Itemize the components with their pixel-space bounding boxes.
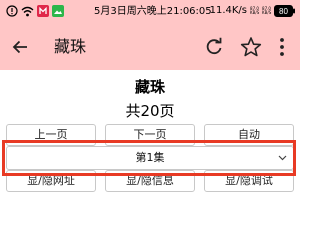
chapter-select[interactable]: 第1集 <box>6 146 294 170</box>
app-icon-m <box>37 5 49 17</box>
screen: 5月3日周六晚上21:06:05 11.4K/s 87.0 KB/S 87.0 … <box>0 0 300 250</box>
back-arrow-icon[interactable] <box>10 37 30 57</box>
page-count: 共20页 <box>125 102 175 120</box>
wifi-signal-icon: 87.0 KB/S <box>262 6 272 15</box>
status-bar: 5月3日周六晚上21:06:05 11.4K/s 87.0 KB/S 87.0 … <box>0 0 300 24</box>
status-right: 11.4K/s 87.0 KB/S 87.0 KB/S 80 <box>210 4 296 18</box>
wifi-icon <box>21 6 34 16</box>
chevron-down-icon <box>278 155 287 161</box>
content-title: 藏珠 <box>134 78 165 96</box>
star-outline-icon[interactable] <box>240 36 262 58</box>
toggle-url-button[interactable]: 显/隐网址 <box>6 170 96 192</box>
next-page-button[interactable]: 下一页 <box>105 124 195 146</box>
battery-level: 80 <box>279 7 288 16</box>
prev-page-button[interactable]: 上一页 <box>6 124 96 146</box>
alert-icon <box>6 5 18 17</box>
status-left-icons <box>6 5 64 17</box>
status-time: 5月3日周六晚上21:06:05 <box>94 6 212 17</box>
net-speed: 11.4K/s <box>209 5 247 16</box>
battery-icon: 80 <box>274 5 295 17</box>
toggle-info-button[interactable]: 显/隐信息 <box>105 170 195 192</box>
toggle-debug-button[interactable]: 显/隐调试 <box>204 170 294 192</box>
gallery-icon <box>52 5 64 17</box>
app-bar: 藏珠 <box>0 24 300 70</box>
more-vert-icon[interactable] <box>276 37 288 57</box>
app-bar-title: 藏珠 <box>54 37 87 56</box>
chapter-select-value: 第1集 <box>135 151 165 164</box>
data-speed-indicator: 87.0 KB/S <box>250 6 260 15</box>
refresh-icon[interactable] <box>204 37 224 57</box>
auto-button[interactable]: 自动 <box>204 124 294 146</box>
